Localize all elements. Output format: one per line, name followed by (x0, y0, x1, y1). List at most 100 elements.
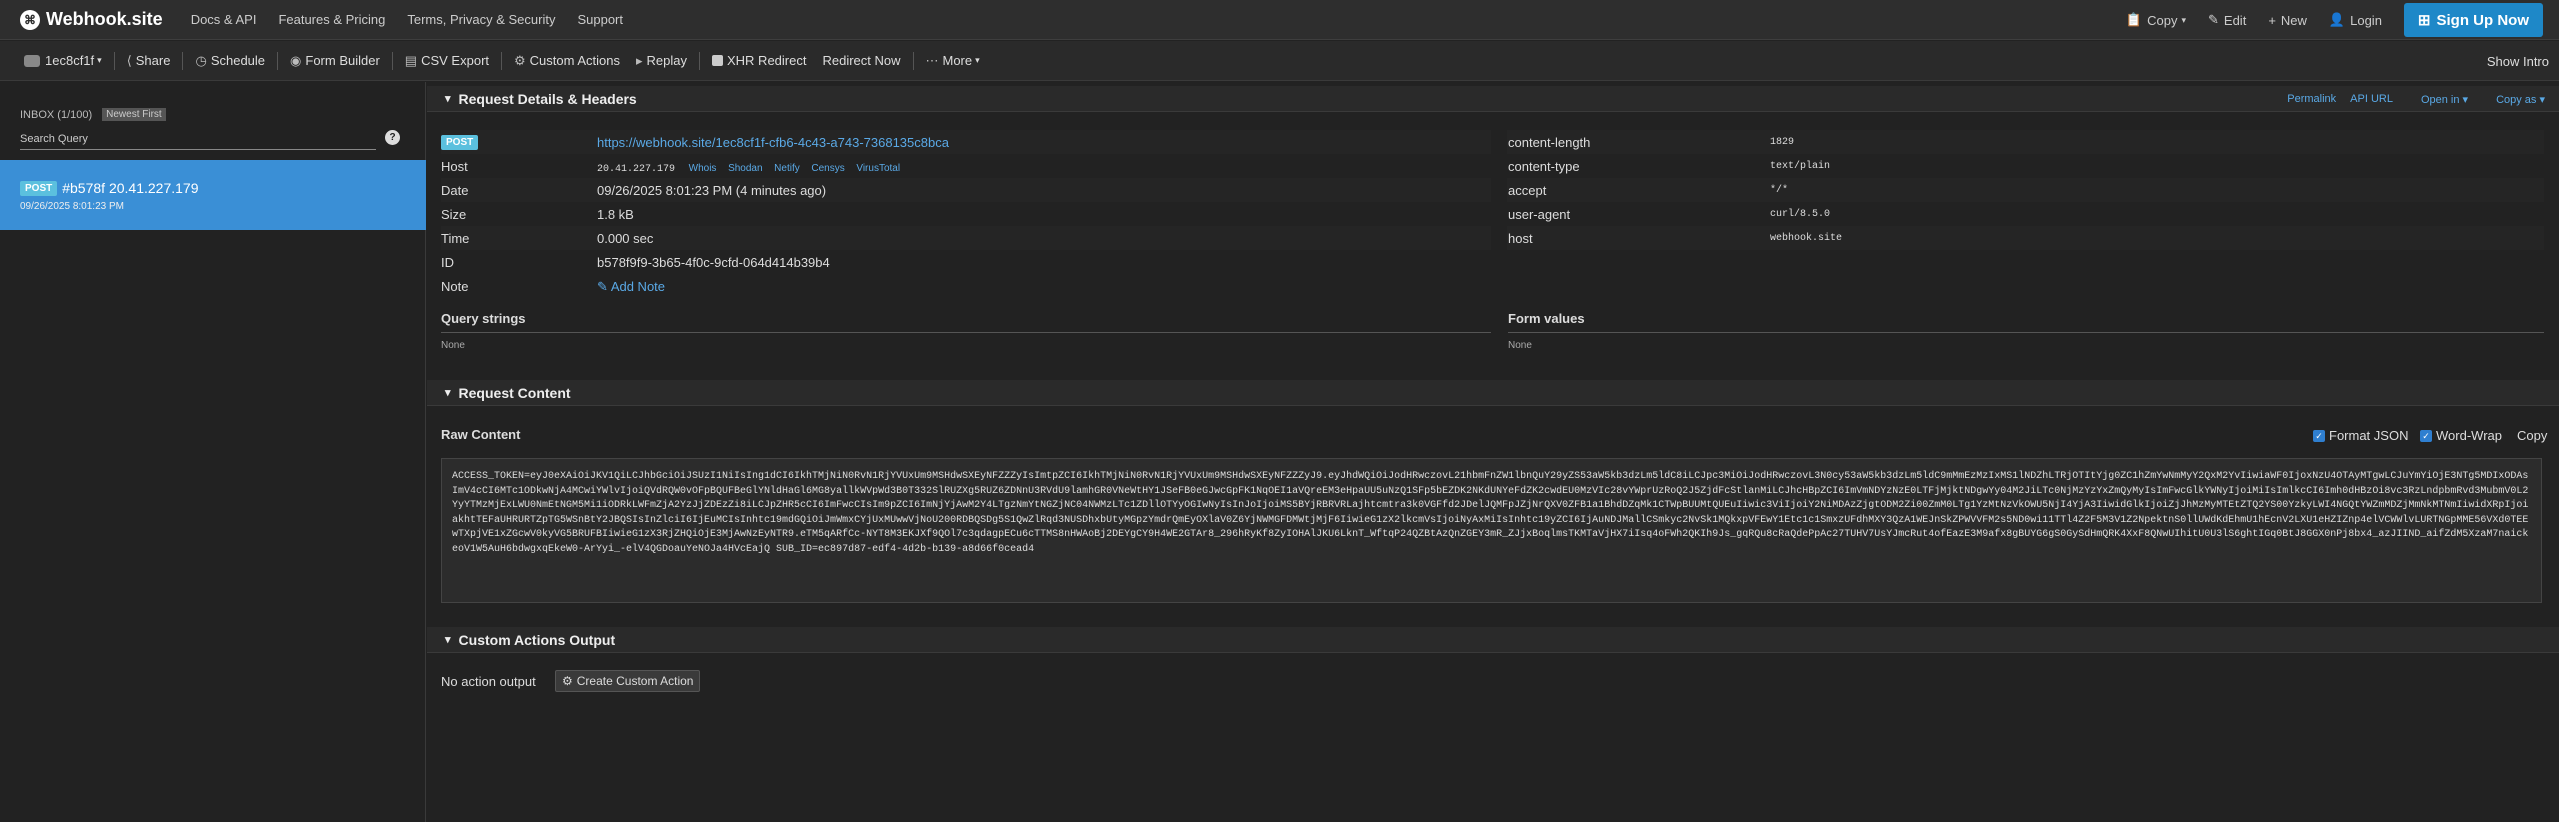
request-item-title: POST #b578f 20.41.227.179 (20, 180, 426, 196)
add-note-button[interactable]: ✎ Add Note (597, 279, 665, 295)
brand[interactable]: ⌘ Webhook.site (20, 9, 163, 30)
edit-label: Edit (2223, 12, 2247, 28)
replay-button[interactable]: ▸ Replay (632, 48, 691, 74)
header-key: user-agent (1508, 207, 1571, 222)
form-builder-button[interactable]: ◉ Form Builder (286, 48, 384, 74)
toolbar-divider (391, 51, 393, 70)
create-custom-action-button[interactable]: ⚙ Create Custom Action (555, 670, 701, 692)
request-url-link[interactable]: https://webhook.site/1ec8cf1f-cfb6-4c43-… (597, 135, 949, 150)
api-url-link[interactable]: API URL (2350, 93, 2393, 105)
redirect-now-label: Redirect Now (822, 53, 901, 68)
request-details-title: Request Details & Headers (458, 90, 637, 107)
show-intro-label: Show Intro (2486, 53, 2549, 69)
raw-content-title: Raw Content (441, 427, 521, 442)
checkbox-icon (712, 55, 723, 66)
word-wrap-toggle[interactable]: ✓ Word-Wrap (2420, 428, 2502, 443)
host-value: 20.41.227.179 Whois Shodan Netify Censys… (597, 159, 900, 175)
size-label: Size (441, 207, 467, 222)
format-json-toggle[interactable]: ✓ Format JSON (2313, 428, 2408, 443)
help-icon[interactable]: ? (385, 130, 400, 145)
method-badge: POST (441, 135, 479, 150)
open-in-menu[interactable]: Open in ▾ (2407, 93, 2468, 106)
form-builder-label: Form Builder (305, 53, 380, 68)
pencil-icon: ✎ (597, 279, 608, 294)
form-values-empty: None (1508, 340, 1532, 351)
chevron-down-icon: ▾ (445, 634, 451, 646)
permalink-link[interactable]: Permalink (2287, 93, 2336, 105)
row-stripe (1507, 178, 2544, 202)
shodan-link[interactable]: Shodan (728, 163, 762, 174)
new-label: New (2280, 12, 2307, 28)
open-in-label: Open in (2420, 93, 2460, 106)
virustotal-link[interactable]: VirusTotal (856, 163, 900, 174)
time-value: 0.000 sec (597, 231, 654, 246)
user-icon: 👤 (2328, 12, 2346, 27)
replay-label: Replay (646, 53, 687, 68)
custom-actions-button[interactable]: ⚙ Custom Actions (510, 48, 624, 74)
note-label: Note (441, 279, 469, 294)
signup-button[interactable]: ⊞ Sign Up Now (2403, 3, 2543, 37)
toolbar-divider (182, 51, 184, 70)
xhr-redirect-label: XHR Redirect (727, 53, 807, 68)
netify-link[interactable]: Netify (774, 163, 800, 174)
plus-icon: + (2268, 12, 2276, 28)
divider (441, 332, 1491, 333)
edit-button[interactable]: ✎ Edit (2208, 12, 2246, 28)
share-button[interactable]: ⟨ Share (123, 48, 175, 74)
id-label: ID (441, 255, 454, 270)
show-intro-button[interactable]: Show Intro (2487, 41, 2549, 81)
nav-link-docs[interactable]: Docs & API (191, 12, 257, 27)
chevron-down-icon: ▾ (445, 93, 451, 105)
row-stripe (1507, 226, 2544, 250)
edit-icon: ✎ (2208, 12, 2219, 27)
method-badge: POST (20, 180, 58, 196)
inbox-count: INBOX (1/100) (20, 108, 93, 121)
divider (1508, 332, 2544, 333)
login-label: Login (2350, 12, 2382, 28)
search-input[interactable] (20, 133, 376, 145)
details-links: Permalink API URL Open in ▾ Copy as ▾ (2273, 86, 2545, 112)
nav-link-support[interactable]: Support (577, 12, 623, 27)
ellipsis-icon: ⋯ (925, 52, 939, 68)
toolbar-divider (501, 51, 503, 70)
date-value: 09/26/2025 8:01:23 PM (4 minutes ago) (597, 183, 827, 198)
custom-actions-header[interactable]: ▾ Custom Actions Output (427, 627, 2559, 653)
copy-raw-button[interactable]: Copy (2517, 428, 2547, 443)
sort-toggle[interactable]: Newest First (102, 108, 166, 121)
token-selector[interactable]: 1ec8cf1f ▾ (20, 48, 106, 74)
row-stripe (1507, 130, 2544, 154)
xhr-redirect-toggle[interactable]: XHR Redirect (708, 48, 810, 74)
checkbox-checked-icon: ✓ (2420, 429, 2432, 442)
redirect-now-button[interactable]: Redirect Now (818, 48, 904, 74)
csv-export-button[interactable]: ▤ CSV Export (401, 48, 493, 74)
whois-link[interactable]: Whois (689, 163, 717, 174)
nav-link-terms[interactable]: Terms, Privacy & Security (407, 12, 555, 27)
nav-link-features[interactable]: Features & Pricing (278, 12, 385, 27)
copy-as-menu[interactable]: Copy as ▾ (2482, 93, 2545, 106)
new-button[interactable]: + New (2268, 13, 2307, 28)
header-key: host (1508, 231, 1533, 246)
plus-square-icon: ⊞ (2417, 12, 2431, 29)
toolbar-divider (113, 51, 115, 70)
toolbar-divider (277, 51, 279, 70)
more-menu[interactable]: ⋯ More ▾ (922, 48, 984, 74)
request-details-header[interactable]: ▾ Request Details & Headers Permalink AP… (427, 86, 2559, 112)
copy-label: Copy (2147, 12, 2178, 28)
login-button[interactable]: 👤 Login (2329, 12, 2382, 28)
webhook-logo-icon: ⌘ (20, 9, 40, 30)
toolbar-divider (912, 51, 914, 70)
copy-menu[interactable]: 📋 Copy ▾ (2126, 12, 2186, 28)
custom-actions-title: Custom Actions Output (458, 631, 616, 648)
censys-link[interactable]: Censys (811, 163, 844, 174)
header-value: */* (1770, 185, 1789, 196)
request-content-title: Request Content (458, 384, 571, 401)
request-list-item[interactable]: POST #b578f 20.41.227.179 09/26/2025 8:0… (0, 160, 426, 230)
schedule-button[interactable]: ◷ Schedule (191, 48, 269, 74)
header-value: 1829 (1770, 137, 1795, 148)
request-content-header[interactable]: ▾ Request Content (427, 380, 2559, 406)
action-toolbar: 1ec8cf1f ▾ ⟨ Share ◷ Schedule ◉ Form Builde… (0, 41, 2559, 81)
create-custom-action-label: Create Custom Action (576, 674, 694, 688)
clock-icon: ◷ (195, 52, 207, 68)
custom-actions-label: Custom Actions (529, 53, 620, 68)
add-note-label: Add Note (610, 279, 666, 294)
